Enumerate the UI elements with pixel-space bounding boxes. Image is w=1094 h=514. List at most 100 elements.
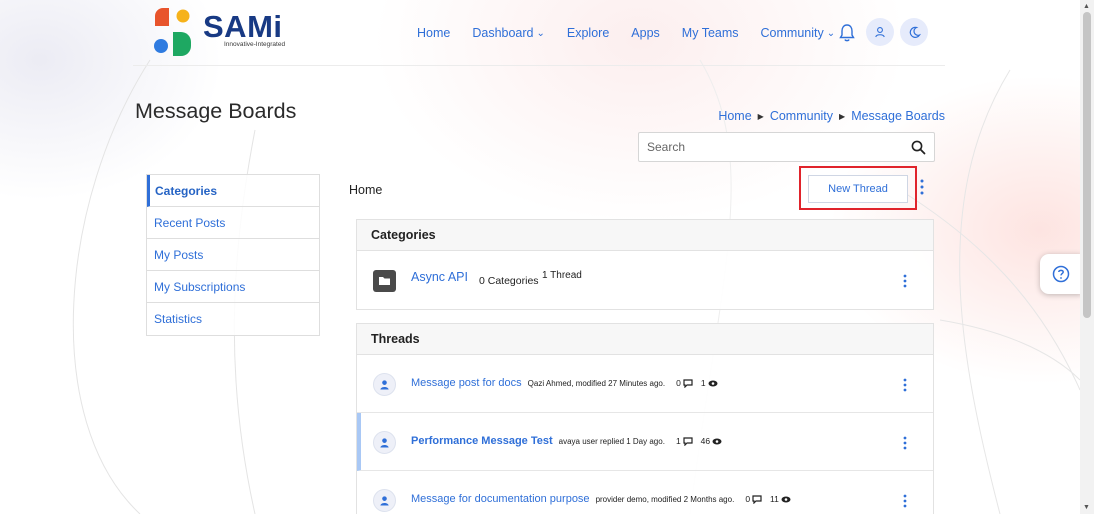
page-scrollbar[interactable]: ▲ ▼: [1080, 0, 1094, 514]
folder-icon: [373, 270, 396, 292]
comment-icon: [752, 494, 762, 504]
nav-explore[interactable]: Explore: [567, 26, 609, 40]
user-menu-button[interactable]: [866, 18, 894, 46]
help-button[interactable]: [1040, 254, 1082, 294]
current-location: Home: [349, 183, 383, 197]
avatar: [373, 489, 396, 512]
avatar: [373, 431, 396, 454]
thread-title[interactable]: Performance Message Test: [411, 435, 553, 447]
page-title: Message Boards: [135, 99, 297, 123]
nav-home-label: Home: [417, 26, 451, 40]
chevron-down-icon: ⌄: [536, 27, 545, 39]
eye-icon: [781, 496, 791, 502]
thread-options-kebab-icon[interactable]: [903, 378, 907, 392]
nav-dashboard-label: Dashboard: [472, 26, 534, 40]
sidebar-item-recent-posts[interactable]: Recent Posts: [147, 207, 319, 239]
nav-community-label: Community: [760, 26, 824, 40]
user-icon: [380, 380, 389, 390]
comment-icon: [683, 378, 693, 388]
thread-row: Message for documentation purpose provid…: [357, 471, 933, 514]
thread-line: Message for documentation purpose provid…: [411, 490, 791, 505]
eye-icon: [712, 438, 722, 444]
avatar: [373, 373, 396, 396]
thread-line: Message post for docs Qazi Ahmed, modifi…: [411, 374, 718, 389]
breadcrumb-separator-icon: ▶: [757, 111, 764, 121]
sidebar-item-categories[interactable]: Categories: [147, 175, 319, 207]
view-count: 11: [770, 494, 791, 504]
sidebar-item-my-posts[interactable]: My Posts: [147, 239, 319, 271]
scroll-up-arrow-icon[interactable]: ▲: [1083, 3, 1090, 10]
threads-panel: Threads Message post for docs Qazi Ahmed…: [356, 323, 934, 514]
nav-my-teams[interactable]: My Teams: [682, 26, 739, 40]
breadcrumb-home[interactable]: Home: [718, 109, 751, 123]
view-count: 1: [701, 378, 718, 388]
bell-icon[interactable]: [838, 23, 856, 43]
categories-panel: Categories Async API 0 Categories 1 Thre…: [356, 219, 934, 310]
help-icon: [1052, 265, 1070, 283]
new-thread-button[interactable]: New Thread: [808, 175, 908, 203]
nav-community[interactable]: Community ⌄: [761, 26, 836, 40]
thread-meta: avaya user replied 1 Day ago.: [558, 437, 665, 446]
options-kebab-icon[interactable]: [918, 178, 926, 196]
thread-title[interactable]: Message post for docs: [411, 377, 522, 389]
nav-apps[interactable]: Apps: [631, 26, 660, 40]
reply-count: 1: [676, 436, 693, 446]
thread-meta: provider demo, modified 2 Months ago.: [595, 495, 735, 504]
sidebar-item-statistics[interactable]: Statistics: [147, 303, 319, 335]
thread-row: Performance Message Test avaya user repl…: [357, 413, 933, 471]
theme-toggle-button[interactable]: [900, 18, 928, 46]
breadcrumb-community[interactable]: Community: [770, 109, 833, 123]
breadcrumb: Home ▶ Community ▶ Message Boards: [718, 109, 945, 123]
brand-name: SAMi: [203, 9, 283, 44]
thread-line: Performance Message Test avaya user repl…: [411, 432, 722, 447]
scroll-down-arrow-icon[interactable]: ▼: [1083, 504, 1090, 511]
category-options-kebab-icon[interactable]: [903, 274, 907, 288]
brand-logo[interactable]: SAMi Innovative-Integrated: [151, 8, 285, 58]
top-header: SAMi Innovative-Integrated Home Dashboar…: [133, 0, 945, 66]
main-nav: Home Dashboard ⌄ Explore Apps My Teams Co…: [417, 22, 857, 44]
breadcrumb-separator-icon: ▶: [839, 111, 846, 121]
chevron-down-icon: ⌄: [826, 27, 836, 39]
view-count-value: 46: [700, 436, 711, 446]
category-thread-count: 1 Thread: [542, 270, 582, 281]
thread-meta: Qazi Ahmed, modified 27 Minutes ago.: [527, 379, 666, 388]
reply-count: 0: [745, 494, 762, 504]
reply-count-value: 0: [676, 378, 681, 388]
logo-mark-icon: [154, 8, 191, 56]
category-row: Async API 0 Categories 1 Thread: [357, 251, 933, 309]
view-count: 46: [701, 436, 722, 446]
nav-home[interactable]: Home: [417, 26, 450, 40]
thread-options-kebab-icon[interactable]: [903, 494, 907, 508]
new-thread-highlight: New Thread: [799, 166, 917, 210]
breadcrumb-message-boards[interactable]: Message Boards: [851, 109, 945, 123]
user-icon: [380, 496, 389, 506]
sidebar-item-my-subscriptions[interactable]: My Subscriptions: [147, 271, 319, 303]
brand-tagline: Innovative-Integrated: [224, 41, 286, 48]
search-input[interactable]: [647, 133, 887, 161]
nav-apps-label: Apps: [631, 26, 660, 40]
comment-icon: [683, 436, 693, 446]
reply-count-value: 0: [745, 494, 751, 504]
threads-heading: Threads: [357, 324, 933, 355]
search-box: [638, 132, 935, 162]
search-icon[interactable]: [911, 140, 926, 155]
eye-icon: [708, 380, 718, 386]
user-icon: [875, 27, 885, 38]
categories-heading: Categories: [357, 220, 933, 251]
sidebar: Categories Recent Posts My Posts My Subs…: [146, 174, 320, 336]
category-name[interactable]: Async API: [411, 270, 468, 284]
nav-my-teams-label: My Teams: [681, 26, 739, 40]
view-count-value: 11: [770, 494, 779, 504]
moon-icon: [909, 26, 921, 38]
reply-count-value: 1: [675, 436, 681, 446]
view-count-value: 1: [700, 378, 706, 388]
category-count: 0 Categories: [479, 275, 539, 287]
reply-count: 0: [676, 378, 693, 388]
thread-title[interactable]: Message for documentation purpose: [411, 493, 590, 505]
scrollbar-thumb[interactable]: [1083, 12, 1091, 318]
thread-options-kebab-icon[interactable]: [903, 436, 907, 450]
user-icon: [380, 438, 389, 448]
nav-explore-label: Explore: [566, 26, 610, 40]
nav-dashboard[interactable]: Dashboard ⌄: [472, 26, 545, 40]
thread-row: Message post for docs Qazi Ahmed, modifi…: [357, 355, 933, 413]
